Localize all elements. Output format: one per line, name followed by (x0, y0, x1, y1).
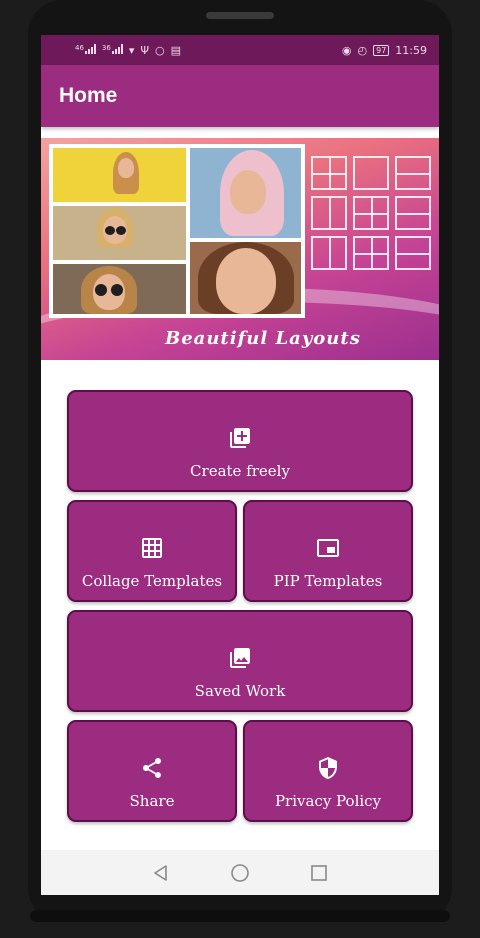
page-title: Home (59, 84, 118, 107)
status-right: ◉ ◴ 97 11:59 (342, 44, 427, 57)
share-label: Share (129, 792, 175, 810)
shield-icon (319, 757, 337, 779)
eye-icon: ◉ (341, 43, 352, 57)
create-freely-label: Create freely (190, 462, 290, 480)
phone-bottom-edge (30, 910, 450, 922)
photo-library-icon (230, 648, 250, 668)
back-icon (153, 864, 167, 881)
layout-preview (311, 196, 347, 230)
create-freely-button[interactable]: Create freely (67, 390, 413, 492)
alarm-icon: ◴ (357, 43, 368, 57)
banner-caption: Beautiful Layouts (165, 328, 361, 349)
layout-preview (395, 236, 431, 270)
layout-preview (353, 236, 389, 270)
photo-woman-yellow (53, 148, 186, 202)
layout-preview (311, 236, 347, 270)
recents-icon (311, 864, 328, 881)
photo-woman-pink-hair (190, 148, 301, 238)
share-icon (143, 758, 161, 778)
pip-templates-label: PIP Templates (273, 572, 383, 590)
pip-templates-button[interactable]: PIP Templates (243, 500, 413, 602)
photo-woman-portrait (190, 242, 301, 314)
status-time: 11:59 (395, 43, 427, 57)
signal-1: 46 (75, 43, 96, 57)
collage-templates-label: Collage Templates (81, 572, 223, 590)
usb-icon: Ψ (140, 43, 150, 57)
photo-woman-round-glasses (53, 264, 186, 314)
battery-icon: 97 (373, 44, 390, 56)
app-bar: Home (41, 65, 439, 127)
privacy-policy-button[interactable]: Privacy Policy (243, 720, 413, 822)
status-bar: 46 36 ▾ Ψ ○ ▤ ◉ ◴ 97 11:59 (41, 35, 439, 65)
photo-woman-sunglasses (53, 206, 186, 260)
layout-preview (353, 196, 389, 230)
grid-icon (142, 538, 162, 558)
message-icon: ▤ (170, 43, 182, 57)
home-icon (231, 863, 249, 882)
share-button[interactable]: Share (67, 720, 237, 822)
saved-work-button[interactable]: Saved Work (67, 610, 413, 712)
add-photo-icon (230, 428, 250, 448)
layout-preview (353, 156, 389, 190)
signal-2: 36 (102, 43, 123, 57)
layout-previews (311, 156, 435, 316)
system-nav-bar (41, 850, 439, 895)
collage-templates-button[interactable]: Collage Templates (67, 500, 237, 602)
status-left: 46 36 ▾ Ψ ○ ▤ (75, 43, 182, 57)
privacy-policy-label: Privacy Policy (274, 792, 382, 810)
home-button[interactable] (228, 861, 252, 885)
layout-preview (395, 156, 431, 190)
saved-work-label: Saved Work (194, 682, 286, 700)
picture-in-picture-icon (317, 539, 339, 557)
layout-preview (395, 196, 431, 230)
banner-collage (49, 144, 305, 318)
screen: 46 36 ▾ Ψ ○ ▤ ◉ ◴ 97 11:59 Home Beautifu… (41, 35, 439, 895)
back-button[interactable] (149, 861, 173, 885)
recents-button[interactable] (307, 861, 331, 885)
whatsapp-icon: ○ (155, 43, 165, 57)
banner: Beautiful Layouts (41, 138, 439, 360)
phone-speaker (206, 12, 274, 19)
wifi-icon: ▾ (128, 43, 135, 57)
signal-icon (84, 43, 96, 54)
signal-icon (111, 43, 123, 54)
layout-preview (311, 156, 347, 190)
